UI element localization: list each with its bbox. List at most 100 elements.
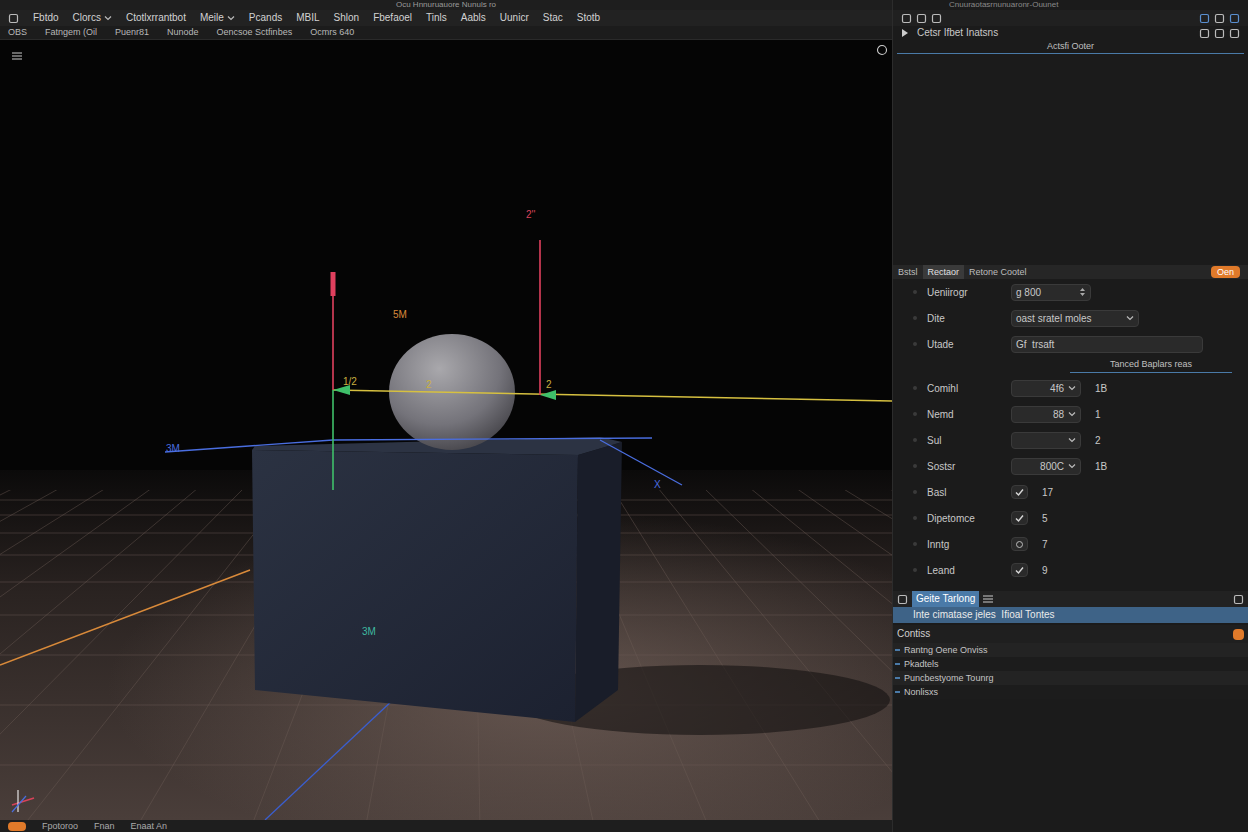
select-field[interactable]: 88 bbox=[1011, 406, 1081, 423]
select-field[interactable] bbox=[1011, 432, 1081, 449]
property-row: Leand9 bbox=[893, 557, 1248, 583]
toolbar-item[interactable]: Fatngem (Oil bbox=[45, 28, 97, 37]
property-row: Nemd881 bbox=[893, 401, 1248, 427]
toolbar-item[interactable]: Nunode bbox=[167, 28, 199, 37]
section-row[interactable]: Inte cimatase jeles Ifioal Tontes bbox=[893, 607, 1248, 623]
menu-item[interactable]: Stotb bbox=[577, 13, 600, 23]
property-label: Sul bbox=[927, 433, 1011, 448]
tab[interactable]: Bstsl bbox=[893, 265, 923, 279]
select-field[interactable]: 4f6 bbox=[1011, 380, 1081, 397]
check-icon bbox=[1015, 488, 1024, 497]
property-label: Utade bbox=[927, 337, 1011, 352]
list-item[interactable]: Pkadtels bbox=[893, 657, 1248, 671]
collapse-icon[interactable] bbox=[1233, 594, 1244, 605]
radio-button[interactable] bbox=[1011, 537, 1028, 551]
properties-panel: Cnuuraotasrnunuaronr-OuunetCetsr Ifbet I… bbox=[892, 0, 1248, 832]
status-item: Fnan bbox=[94, 822, 115, 831]
axis-label: 3M bbox=[166, 443, 180, 454]
menu-icon[interactable] bbox=[12, 52, 22, 60]
menu-item[interactable]: Ctotlxrrantbot bbox=[126, 13, 186, 23]
property-number: 2 bbox=[1095, 433, 1101, 448]
property-row: Inntg7 bbox=[893, 531, 1248, 557]
list-item[interactable]: Rantng Oene Onviss bbox=[893, 643, 1248, 657]
toolbar-item[interactable]: Oencsoe Sctfinbes bbox=[217, 28, 293, 37]
check-icon bbox=[1015, 514, 1024, 523]
toolbar-item[interactable]: Ocmrs 640 bbox=[310, 28, 354, 37]
menu-item[interactable]: Meile bbox=[200, 13, 235, 23]
property-row: Sostsr800C1B bbox=[893, 453, 1248, 479]
menu-item[interactable]: Stac bbox=[543, 13, 563, 23]
back-icon[interactable] bbox=[901, 13, 912, 24]
menu-item[interactable]: Shlon bbox=[334, 13, 360, 23]
property-number: 1B bbox=[1095, 381, 1107, 396]
gear-icon[interactable] bbox=[1229, 28, 1240, 39]
main-column: Ocu Hnnuruauore Nunuls ro Fbtdo Clorcs Ctot… bbox=[0, 0, 892, 832]
property-row: Sul 2 bbox=[893, 427, 1248, 453]
checkbox[interactable] bbox=[1011, 485, 1028, 499]
menu-item[interactable]: Fbefaoel bbox=[373, 13, 412, 23]
grid-icon[interactable] bbox=[931, 13, 942, 24]
property-row: UtadeGf trsaft bbox=[893, 331, 1248, 357]
copy-icon[interactable] bbox=[1214, 28, 1225, 39]
status-bar: FpotorooFnanEnaat An bbox=[0, 820, 892, 832]
split-icon[interactable] bbox=[1214, 13, 1225, 24]
select-field[interactable]: 800C bbox=[1011, 458, 1081, 475]
axis-gizmo-icon bbox=[12, 790, 34, 812]
camera-icon[interactable] bbox=[876, 44, 888, 56]
checkbox[interactable] bbox=[1011, 511, 1028, 525]
layers-icon[interactable] bbox=[916, 13, 927, 24]
menu-item[interactable]: Tinls bbox=[426, 13, 447, 23]
property-label: Basl bbox=[927, 485, 1011, 500]
axis-label: 1/2 bbox=[343, 376, 357, 387]
number-field[interactable]: g 800 bbox=[1011, 284, 1091, 301]
tab[interactable]: Rectaor bbox=[923, 265, 965, 279]
play-icon[interactable] bbox=[901, 29, 909, 37]
panel-icon-bar bbox=[893, 10, 1248, 26]
spinner-icon[interactable] bbox=[1079, 286, 1086, 298]
toolbar-item[interactable]: Puenr81 bbox=[115, 28, 149, 37]
toolbar-item[interactable]: OBS bbox=[8, 28, 27, 37]
window-title: Ocu Hnnuruauore Nunuls ro bbox=[396, 1, 496, 9]
menu-item[interactable]: Aabls bbox=[461, 13, 486, 23]
menu-item[interactable]: Pcands bbox=[249, 13, 282, 23]
axis-label: 5M bbox=[393, 309, 407, 320]
list-icon[interactable] bbox=[983, 595, 993, 603]
axis-label: 3M bbox=[362, 626, 376, 637]
axis-label: 2'' bbox=[526, 209, 535, 220]
property-label: Dipetomce bbox=[927, 511, 1011, 526]
select-field[interactable]: oast sratel moles bbox=[1011, 310, 1139, 327]
list-header: Contiss bbox=[893, 625, 1248, 643]
chevron-down-icon bbox=[1068, 410, 1076, 418]
group-header: Tanced Baplars reas bbox=[893, 357, 1248, 375]
add-icon[interactable] bbox=[1233, 629, 1244, 640]
window-icon[interactable] bbox=[1199, 13, 1210, 24]
chevron-down-icon bbox=[227, 14, 235, 22]
menu-item[interactable]: Clorcs bbox=[73, 13, 112, 23]
menu-item[interactable]: Fbtdo bbox=[33, 13, 59, 23]
toolbar: OBS Fatngem (Oil Puenr81 Nunode Oencsoe Sctf… bbox=[0, 26, 892, 40]
list-item[interactable]: Nonlisxs bbox=[893, 685, 1248, 699]
viewport[interactable]: 2''5M1/2223MX3M bbox=[0, 40, 892, 820]
section-icon[interactable] bbox=[897, 594, 908, 605]
scene-canvas[interactable]: 2''5M1/2223MX3M bbox=[0, 40, 892, 820]
property-number: 5 bbox=[1042, 511, 1048, 526]
status-item: Fpotoroo bbox=[42, 822, 78, 831]
property-label: Comihl bbox=[927, 381, 1011, 396]
check-icon bbox=[1015, 566, 1024, 575]
tab[interactable]: Retone Cootel bbox=[964, 265, 1032, 279]
panel-header: Cetsr Ifbet Inatsns bbox=[893, 26, 1248, 40]
chevron-down-icon bbox=[1068, 462, 1076, 470]
maximize-icon[interactable] bbox=[1229, 13, 1240, 24]
tab-button[interactable]: Oen bbox=[1211, 266, 1240, 278]
list-item[interactable]: Puncbestyome Tounrg bbox=[893, 671, 1248, 685]
panel-subheader: Actsfi Ooter bbox=[897, 40, 1244, 54]
text-field[interactable]: Gf trsaft bbox=[1011, 336, 1203, 353]
property-row: Diteoast sratel moles bbox=[893, 305, 1248, 331]
back-icon[interactable] bbox=[8, 13, 19, 24]
checkbox[interactable] bbox=[1011, 563, 1028, 577]
section-tab[interactable]: Geite Tarlong bbox=[912, 591, 979, 607]
menu-item[interactable]: MBIL bbox=[296, 13, 319, 23]
menu-item[interactable]: Uunicr bbox=[500, 13, 529, 23]
property-label: Inntg bbox=[927, 537, 1011, 552]
settings-icon[interactable] bbox=[1199, 28, 1210, 39]
